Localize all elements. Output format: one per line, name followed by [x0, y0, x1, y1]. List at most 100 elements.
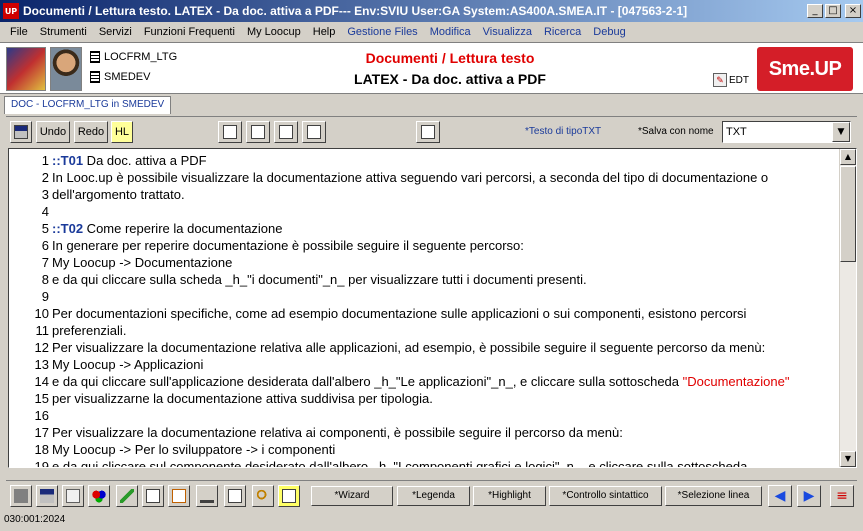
- highlight-button[interactable]: *Highlight: [473, 486, 546, 506]
- printer-icon: [14, 489, 28, 503]
- server-icon: [90, 71, 100, 83]
- line-content: In Looc.up è possibile visualizzare la d…: [52, 170, 769, 185]
- search-replace-button[interactable]: [302, 121, 326, 143]
- editor-line[interactable]: 8e da qui cliccare sulla scheda _h_"i do…: [9, 271, 839, 288]
- legenda-button[interactable]: *Legenda: [397, 486, 470, 506]
- line-number: 18: [34, 442, 49, 457]
- server-icon: [90, 51, 100, 63]
- close-button[interactable]: ×: [845, 4, 861, 18]
- controllo-sintattico-button[interactable]: *Controllo sintattico: [549, 486, 662, 506]
- menu-funzioni-frequenti[interactable]: Funzioni Frequenti: [138, 26, 241, 38]
- maximize-button[interactable]: □: [825, 4, 841, 18]
- exit-button[interactable]: [278, 485, 300, 507]
- menu-gestione-files[interactable]: Gestione Files: [341, 26, 423, 38]
- selezione-linea-button[interactable]: *Selezione linea: [665, 486, 762, 506]
- line-number: 16: [34, 408, 49, 423]
- menu-strumenti[interactable]: Strumenti: [34, 26, 93, 38]
- copy-button[interactable]: [142, 485, 164, 507]
- minimize-button[interactable]: _: [807, 4, 823, 18]
- menu-debug[interactable]: Debug: [587, 26, 631, 38]
- search-button[interactable]: [252, 485, 274, 507]
- undo-button[interactable]: Undo: [36, 121, 70, 143]
- menu-lines-icon[interactable]: ≡: [830, 485, 854, 507]
- user-avatar: [50, 47, 82, 91]
- editor-line[interactable]: 17 Per visualizzare la documentazione rel…: [9, 424, 839, 441]
- document-tool-button[interactable]: [416, 121, 440, 143]
- editor-line[interactable]: 18 My Loocup -> Per lo sviluppatore -> i …: [9, 441, 839, 458]
- back-button[interactable]: [116, 485, 138, 507]
- editor-line[interactable]: 19 e da qui cliccare sul componente desid…: [9, 458, 839, 467]
- magnifier-icon: [307, 125, 321, 139]
- editor-line[interactable]: 16: [9, 407, 839, 424]
- section-tag: ::T02: [52, 221, 84, 236]
- page-title: Documenti / Lettura testo: [365, 50, 535, 66]
- image-button[interactable]: [224, 485, 246, 507]
- scroll-down-button[interactable]: ▼: [840, 451, 856, 467]
- menu-ricerca[interactable]: Ricerca: [538, 26, 587, 38]
- tab-doc[interactable]: DOC - LOCFRM_LTG in SMEDEV: [4, 96, 172, 114]
- line-content: preferenziali.: [52, 323, 127, 338]
- editor-line[interactable]: 14 e da qui cliccare sull'applicazione de…: [9, 373, 839, 390]
- editor-line[interactable]: 7 My Loocup -> Documentazione: [9, 254, 839, 271]
- text-type-label[interactable]: *Testo di tipoTXT: [525, 126, 601, 137]
- edt-button[interactable]: ✎ EDT: [713, 73, 749, 87]
- editor-line[interactable]: 2 In Looc.up è possibile visualizzare la …: [9, 169, 839, 186]
- scroll-up-button[interactable]: ▲: [840, 149, 856, 165]
- line-number: 13: [34, 357, 49, 372]
- line-text: per visualizzarne la documentazione atti…: [52, 390, 433, 407]
- text-editor[interactable]: 1::T01 Da doc. attiva a PDF 2 In Looc.up è…: [8, 148, 857, 468]
- save-as-value: TXT: [726, 126, 747, 138]
- document-export-button[interactable]: [274, 121, 298, 143]
- edit-icon: ✎: [713, 73, 727, 87]
- save-as-select[interactable]: TXT ▼: [722, 121, 851, 143]
- editor-line[interactable]: 6 In generare per reperire documentazione…: [9, 237, 839, 254]
- redo-button[interactable]: Redo: [74, 121, 108, 143]
- line-text: ::T01 Da doc. attiva a PDF: [52, 152, 207, 169]
- editor-line[interactable]: 4: [9, 203, 839, 220]
- app-icon[interactable]: UP: [3, 3, 19, 19]
- editor-line[interactable]: 9: [9, 288, 839, 305]
- line-number: 2: [41, 170, 49, 185]
- chevron-down-icon[interactable]: ▼: [832, 122, 850, 142]
- previous-button[interactable]: ◀: [768, 485, 792, 507]
- save-button[interactable]: [10, 121, 32, 143]
- print-button[interactable]: [218, 121, 242, 143]
- menu-visualizza[interactable]: Visualizza: [477, 26, 538, 38]
- wizard-button[interactable]: *Wizard: [311, 486, 393, 506]
- editor-line[interactable]: 3 dell'argomento trattato.: [9, 186, 839, 203]
- editor-line[interactable]: 13 My Loocup -> Applicazioni: [9, 356, 839, 373]
- new-document-button[interactable]: [246, 121, 270, 143]
- editor-line[interactable]: 15 per visualizzarne la documentazione at…: [9, 390, 839, 407]
- editor-line[interactable]: 11 preferenziali.: [9, 322, 839, 339]
- document-icon: [251, 125, 265, 139]
- hl-button[interactable]: HL: [111, 121, 133, 143]
- save-bottom-button[interactable]: [36, 485, 58, 507]
- export-icon: [172, 489, 186, 503]
- scroll-thumb[interactable]: [840, 166, 856, 262]
- editor-toolbar: Undo Redo HL *Testo di tipoTXT *Salva co…: [6, 116, 857, 146]
- menu-help[interactable]: Help: [307, 26, 342, 38]
- next-button[interactable]: ▶: [797, 485, 821, 507]
- vertical-scrollbar[interactable]: ▲ ▼: [839, 149, 856, 467]
- line-text: dell'argomento trattato.: [52, 186, 185, 203]
- editor-line[interactable]: 12 Per visualizzare la documentazione rel…: [9, 339, 839, 356]
- line-text: e da qui cliccare sull'applicazione desi…: [52, 373, 789, 390]
- editor-line[interactable]: 5::T02 Come reperire la documentazione: [9, 220, 839, 237]
- line-number: 9: [41, 289, 49, 304]
- menu-servizi[interactable]: Servizi: [93, 26, 138, 38]
- line-content: dell'argomento trattato.: [52, 187, 185, 202]
- colors-button[interactable]: [88, 485, 110, 507]
- editor-line[interactable]: 1::T01 Da doc. attiva a PDF: [9, 152, 839, 169]
- line-text: In generare per reperire documentazione …: [52, 237, 524, 254]
- print-button[interactable]: [10, 485, 32, 507]
- editor-line[interactable]: 10 Per documentazioni specifiche, come ad…: [9, 305, 839, 322]
- export-button[interactable]: [168, 485, 190, 507]
- preview-button[interactable]: [62, 485, 84, 507]
- menu-modifica[interactable]: Modifica: [424, 26, 477, 38]
- menu-file[interactable]: File: [4, 26, 34, 38]
- bottom-toolbar: *Wizard *Legenda *Highlight *Controllo s…: [6, 480, 857, 510]
- cart-button[interactable]: [196, 485, 218, 507]
- line-number: 12: [34, 340, 49, 355]
- menu-my-loocup[interactable]: My Loocup: [241, 26, 307, 38]
- line-text: My Loocup -> Per lo sviluppatore -> i co…: [52, 441, 335, 458]
